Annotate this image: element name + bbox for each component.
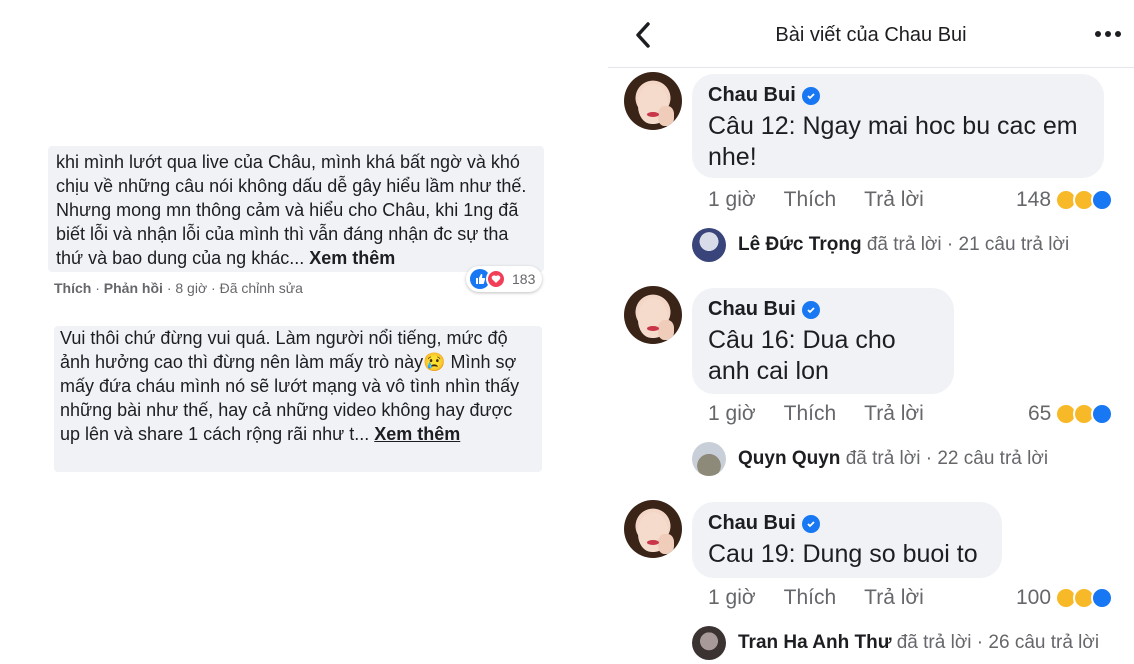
like-reaction-icon xyxy=(1091,587,1114,609)
author-avatar[interactable] xyxy=(624,286,682,344)
page-title: Bài viết của Chau Bui xyxy=(775,24,967,46)
comment-actions: 1 giờ Thích Trả lời xyxy=(708,188,924,212)
comment-time: 1 giờ xyxy=(708,586,756,609)
author-avatar[interactable] xyxy=(624,500,682,558)
verified-badge-icon xyxy=(801,514,820,533)
reaction-count: 65 xyxy=(1028,402,1052,425)
comment-bubble: Chau Bui Câu 16: Dua cho anh cai lon xyxy=(692,288,954,394)
reply-summary[interactable]: Quyn Quyn đã trả lời · 22 câu trả lời xyxy=(692,442,1048,476)
comment-text-1: khi mình lướt qua live của Châu, mình kh… xyxy=(56,152,527,268)
comment-actions: 1 giờ Thích Trả lời xyxy=(708,402,924,426)
reply-button[interactable]: Trả lời xyxy=(864,586,924,610)
left-panel: khi mình lướt qua live của Châu, mình kh… xyxy=(0,0,600,664)
reaction-count: 183 xyxy=(512,271,536,287)
comment-meta-1: Thích · Phản hồi · 8 giờ · Đã chỉnh sửa xyxy=(54,280,303,296)
replier-avatar xyxy=(692,442,726,476)
like-button[interactable]: Thích xyxy=(784,402,837,426)
comment-time: 1 giờ xyxy=(708,188,756,211)
comment-bubble-1: khi mình lướt qua live của Châu, mình kh… xyxy=(48,146,544,272)
reply-summary[interactable]: Lê Đức Trọng đã trả lời · 21 câu trả lời xyxy=(692,228,1069,262)
reaction-summary[interactable]: 65 xyxy=(1028,402,1114,426)
comment-actions: 1 giờ Thích Trả lời xyxy=(708,586,924,610)
comment-text-2: Vui thôi chứ đừng vui quá. Làm người nổi… xyxy=(60,328,520,444)
reaction-count: 148 xyxy=(1016,188,1052,211)
like-reaction-icon xyxy=(1091,403,1114,425)
comment-text: Câu 12: Ngay mai hoc bu cac em nhe! xyxy=(708,112,1078,171)
reaction-pill[interactable]: 183 xyxy=(466,266,542,292)
love-reaction-icon xyxy=(486,269,506,289)
reply-button[interactable]: Trả lời xyxy=(864,188,924,212)
comment-bubble-2: Vui thôi chứ đừng vui quá. Làm người nổi… xyxy=(54,326,542,472)
author-name[interactable]: Chau Bui xyxy=(708,84,1088,107)
replier-avatar xyxy=(692,228,726,262)
edited-label: Đã chỉnh sửa xyxy=(219,280,303,296)
comment-time: 8 giờ xyxy=(175,280,208,296)
author-name[interactable]: Chau Bui xyxy=(708,298,938,321)
more-options-icon[interactable] xyxy=(1094,28,1122,40)
verified-badge-icon xyxy=(801,300,820,319)
comment-text: Câu 16: Dua cho anh cai lon xyxy=(708,326,896,385)
like-reaction-icon xyxy=(1091,189,1114,211)
reaction-count: 100 xyxy=(1016,586,1052,609)
reaction-summary[interactable]: 100 xyxy=(1016,586,1114,610)
author-avatar[interactable] xyxy=(624,72,682,130)
comment-bubble: Chau Bui Cau 19: Dung so buoi to xyxy=(692,502,1002,578)
comment-bubble: Chau Bui Câu 12: Ngay mai hoc bu cac em … xyxy=(692,74,1104,178)
reply-summary[interactable]: Tran Ha Anh Thư đã trả lời · 26 câu trả … xyxy=(692,626,1099,660)
like-link[interactable]: Thích xyxy=(54,280,91,296)
reaction-summary[interactable]: 148 xyxy=(1016,188,1114,212)
comment-text: Cau 19: Dung so buoi to xyxy=(708,540,978,568)
comment-time: 1 giờ xyxy=(708,402,756,425)
see-more-link-1[interactable]: Xem thêm xyxy=(309,248,395,268)
header-bar: Bài viết của Chau Bui xyxy=(608,0,1134,68)
replier-avatar xyxy=(692,626,726,660)
see-more-link-2[interactable]: Xem thêm xyxy=(374,424,460,444)
reply-button[interactable]: Trả lời xyxy=(864,402,924,426)
verified-badge-icon xyxy=(801,86,820,105)
author-name[interactable]: Chau Bui xyxy=(708,512,986,535)
like-button[interactable]: Thích xyxy=(784,188,837,212)
reply-link[interactable]: Phản hồi xyxy=(104,280,163,296)
like-button[interactable]: Thích xyxy=(784,586,837,610)
right-panel: Bài viết của Chau Bui Chau Bui Câu 12: N… xyxy=(608,0,1134,664)
